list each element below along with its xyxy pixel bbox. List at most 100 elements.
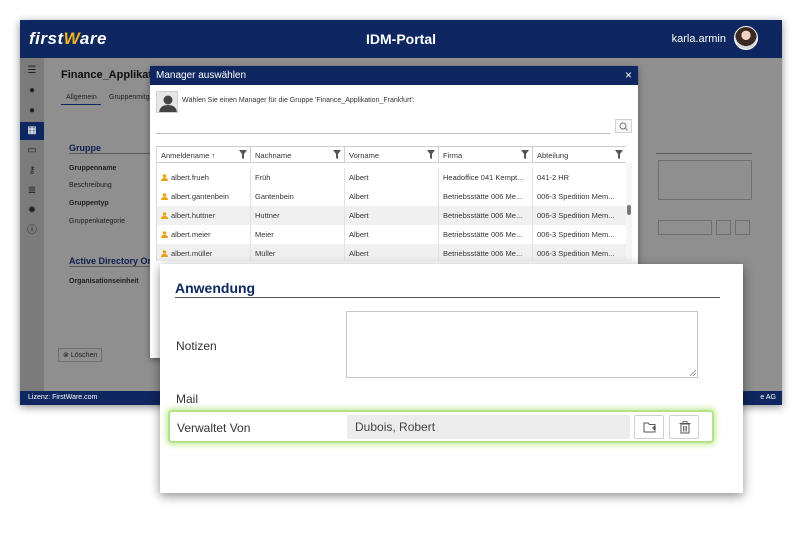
- license-text: Lizenz: FirstWare.com: [28, 394, 98, 401]
- tab-general[interactable]: Allgemein: [66, 94, 97, 101]
- grid-icon[interactable]: ▦: [20, 122, 44, 140]
- cell-firstname: Albert: [345, 225, 439, 244]
- cell-logon-text: albert.frueh: [171, 173, 209, 182]
- filter-icon[interactable]: [615, 150, 623, 159]
- cell-logon: albert.gantenbein: [157, 187, 251, 206]
- delete-button[interactable]: ⊗ Löschen: [58, 348, 102, 362]
- screenshot-stage: firstWare IDM-Portal karla.armin ☰ ● ● ▦…: [0, 0, 800, 533]
- column-header-lastname[interactable]: Nachname: [251, 146, 345, 163]
- user-icon: [161, 174, 168, 181]
- table-row[interactable]: albert.huttner Huttner Albert Betriebsst…: [157, 206, 626, 225]
- cell-logon-text: albert.müller: [171, 249, 213, 258]
- user-icon: [161, 212, 168, 219]
- label-grouptype: Gruppentyp: [69, 200, 109, 207]
- trash-icon[interactable]: [735, 220, 750, 235]
- sidebar: ☰ ● ● ▦ ▭ ⚷ ≣ ✹ ⓘ: [20, 58, 44, 405]
- key-icon[interactable]: ⚷: [20, 162, 44, 180]
- category-field[interactable]: [658, 220, 712, 235]
- cell-department: 006-3 Spedition Mem...: [533, 187, 626, 206]
- delete-button-label: Löschen: [70, 352, 98, 359]
- label-description: Beschreibung: [69, 182, 112, 189]
- cell-department: 006-3 Spedition Mem...: [533, 206, 626, 225]
- settings-icon[interactable]: ✹: [20, 202, 44, 220]
- label-category: Gruppenkategorie: [69, 218, 126, 225]
- managed-by-field[interactable]: Dubois, Robert: [347, 415, 630, 439]
- person-placeholder-icon: [156, 91, 178, 113]
- cell-firstname: Albert: [345, 168, 439, 187]
- cell-company: Headoffice 041 Kempt...: [439, 168, 533, 187]
- managed-by-row: Verwaltet Von Dubois, Robert: [168, 410, 714, 443]
- section-title-application: Anwendung: [175, 280, 256, 296]
- cell-company: Betriebsstätte 006 Me...: [439, 187, 533, 206]
- page-title: Finance_Applikatio: [61, 69, 162, 81]
- username[interactable]: karla.armin: [672, 33, 726, 45]
- table-row[interactable]: albert.meier Meier Albert Betriebsstätte…: [157, 225, 626, 244]
- table-row[interactable]: albert.müller Müller Albert Betriebsstät…: [157, 244, 626, 261]
- book-icon[interactable]: ▭: [20, 142, 44, 160]
- label-notes: Notizen: [176, 339, 217, 353]
- zoomed-application-panel: Anwendung Notizen Mail Verwaltet Von Dub…: [160, 264, 743, 493]
- cell-logon: albert.müller: [157, 244, 251, 261]
- person-icon[interactable]: ●: [20, 102, 44, 120]
- label-ou: Organisationseinheit: [69, 278, 139, 285]
- search-button[interactable]: [615, 119, 632, 133]
- folder-browse-icon: [643, 422, 656, 433]
- list-icon[interactable]: ≣: [20, 182, 44, 200]
- cell-department: 006-3 Spedition Mem...: [533, 225, 626, 244]
- folder-browse-icon[interactable]: [716, 220, 731, 235]
- column-header-department[interactable]: Abteilung: [533, 146, 626, 163]
- grid-scrollbar[interactable]: [626, 163, 632, 261]
- table-row[interactable]: albert.gantenbein Gantenbein Albert Betr…: [157, 187, 626, 206]
- browse-manager-button[interactable]: [634, 415, 664, 439]
- cell-company: Betriebsstätte 006 Me...: [439, 225, 533, 244]
- description-field[interactable]: [658, 160, 752, 200]
- column-label: Nachname: [255, 151, 292, 160]
- cell-lastname: Früh: [251, 168, 345, 187]
- section-ad: Active Directory Orga: [69, 256, 162, 266]
- label-groupname: Gruppenname: [69, 165, 117, 172]
- tab-members[interactable]: Gruppenmitgl: [109, 94, 151, 101]
- filter-icon[interactable]: [427, 150, 435, 159]
- company-text: e AG: [760, 394, 776, 401]
- notes-textarea[interactable]: [346, 311, 698, 378]
- info-icon[interactable]: ⓘ: [20, 222, 44, 240]
- portal-title: IDM-Portal: [366, 31, 436, 47]
- cell-department: 041-2 HR: [533, 168, 626, 187]
- user-icon: [161, 250, 168, 257]
- filter-icon[interactable]: [239, 150, 247, 159]
- cell-logon: albert.frueh: [157, 168, 251, 187]
- cell-lastname: Huttner: [251, 206, 345, 225]
- cell-logon: albert.huttner: [157, 206, 251, 225]
- cell-logon-text: albert.gantenbein: [171, 192, 229, 201]
- search-input[interactable]: [156, 120, 610, 134]
- menu-icon[interactable]: ☰: [20, 62, 44, 80]
- dialog-prompt: Wählen Sie einen Manager für die Gruppe …: [182, 97, 415, 104]
- search-icon: [619, 122, 628, 131]
- delete-icon: ⊗: [63, 352, 71, 359]
- cell-company: Betriebsstätte 006 Me...: [439, 244, 533, 261]
- clear-manager-button[interactable]: [669, 415, 699, 439]
- column-header-logon[interactable]: Anmeldename ↑: [157, 146, 251, 163]
- user-icon: [161, 193, 168, 200]
- scrollbar-thumb[interactable]: [627, 205, 631, 215]
- section-group: Gruppe: [69, 143, 102, 153]
- cell-logon-text: albert.huttner: [171, 211, 216, 220]
- filter-icon[interactable]: [333, 150, 341, 159]
- section-rule: [656, 153, 752, 154]
- column-label: Firma: [443, 151, 463, 160]
- user-avatar[interactable]: [734, 26, 758, 50]
- column-header-company[interactable]: Firma: [439, 146, 533, 163]
- person-icon[interactable]: ●: [20, 82, 44, 100]
- top-bar: firstWare IDM-Portal karla.armin: [20, 20, 782, 58]
- user-icon: [161, 231, 168, 238]
- column-header-firstname[interactable]: Vorname: [345, 146, 439, 163]
- active-tab-underline: [61, 104, 101, 105]
- table-row[interactable]: albert.frueh Früh Albert Headoffice 041 …: [157, 168, 626, 187]
- cell-firstname: Albert: [345, 244, 439, 261]
- close-icon[interactable]: ×: [625, 68, 632, 82]
- filter-icon[interactable]: [521, 150, 529, 159]
- cell-company: Betriebsstätte 006 Me...: [439, 206, 533, 225]
- column-label: Anmeldename ↑: [161, 151, 216, 160]
- dialog-title: Manager auswählen: [156, 70, 247, 81]
- label-mail: Mail: [176, 392, 199, 406]
